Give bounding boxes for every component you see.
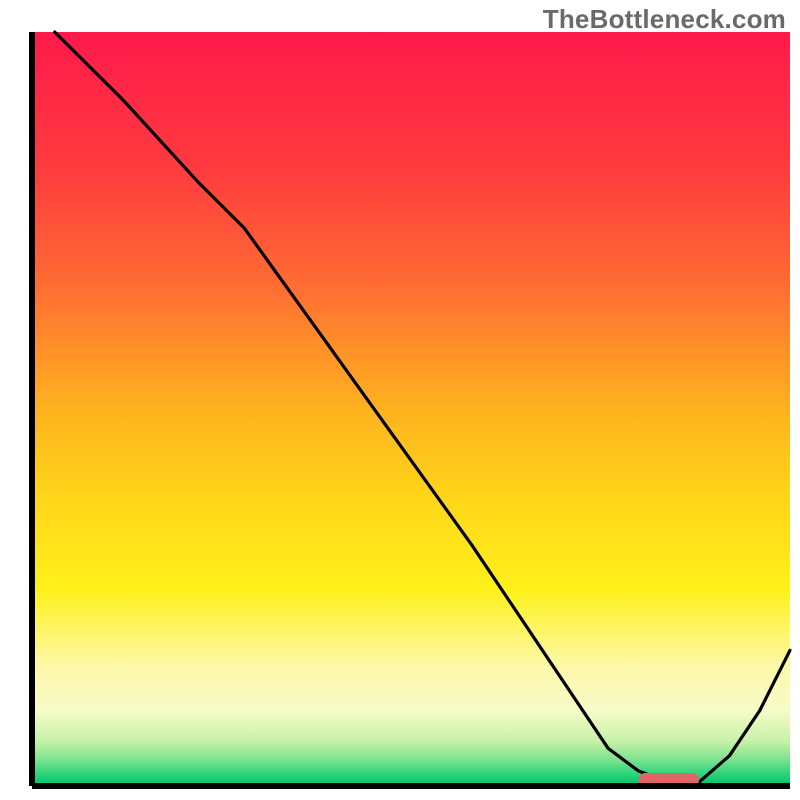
watermark-text: TheBottleneck.com [543,4,786,35]
plot-background [32,32,790,786]
chart-container: TheBottleneck.com [0,0,800,800]
bottleneck-chart [0,0,800,800]
